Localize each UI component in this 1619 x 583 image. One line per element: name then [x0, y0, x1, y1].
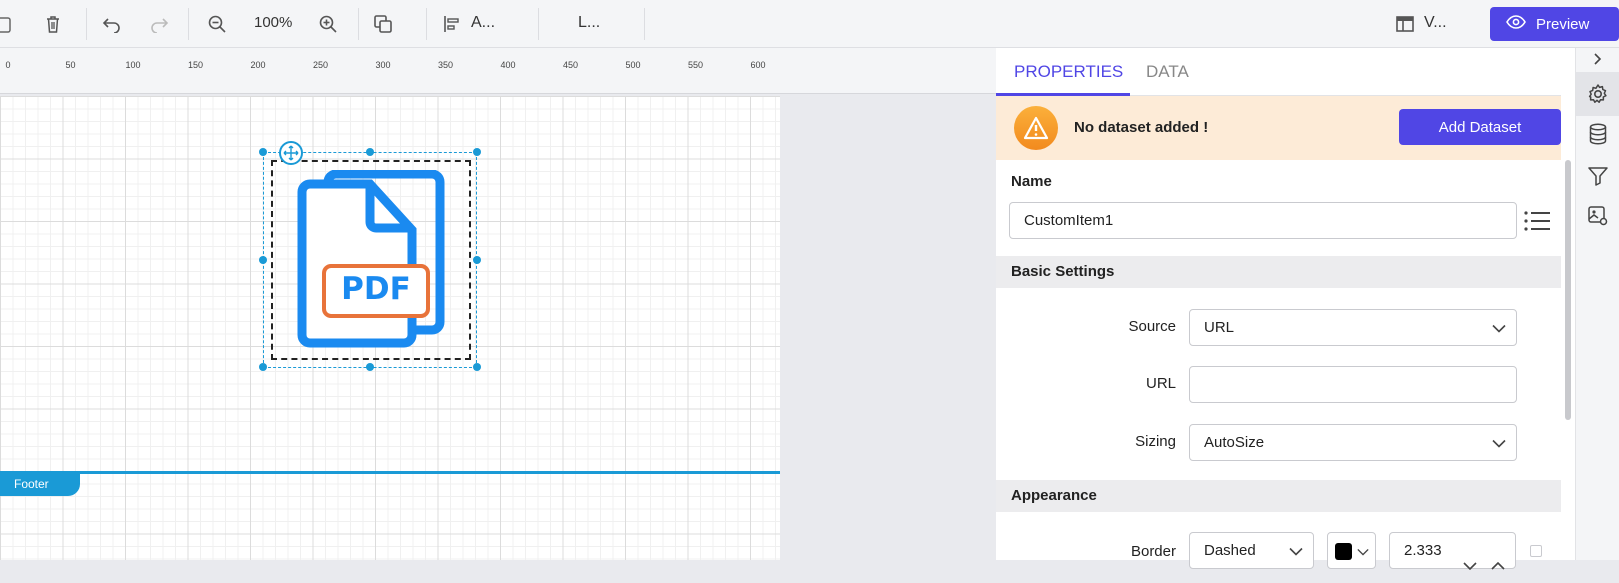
border-width-value: 2.333	[1404, 542, 1442, 559]
pdf-label: PDF	[341, 271, 411, 307]
zoom-out-icon[interactable]	[205, 12, 229, 36]
ruler-tick-label: 350	[437, 60, 454, 70]
toolbar-separator	[86, 8, 87, 40]
toolbar: 100% A... L... V... Preview	[0, 0, 1619, 48]
border-style-value: Dashed	[1204, 542, 1256, 559]
ruler-tick-label: 200	[250, 60, 266, 70]
pdf-file-icon: PDF	[292, 169, 452, 360]
view-dropdown[interactable]: V...	[1424, 14, 1447, 32]
source-label: Source	[1128, 318, 1176, 335]
align-dropdown[interactable]: A...	[471, 14, 495, 32]
alert-message: No dataset added !	[1074, 119, 1209, 136]
right-sidebar	[1575, 48, 1619, 560]
preview-button[interactable]: Preview	[1490, 7, 1619, 41]
footer-divider	[0, 471, 780, 474]
chevron-down-icon	[1357, 542, 1369, 559]
collapse-chevron-icon[interactable]	[1586, 48, 1610, 70]
redo-icon[interactable]	[147, 12, 171, 36]
border-color-swatch	[1335, 543, 1352, 560]
ruler-tick-label: 500	[625, 60, 641, 70]
resize-handle-se[interactable]	[473, 363, 481, 371]
ruler-tick-label: 400	[500, 60, 516, 70]
sizing-label: Sizing	[1135, 433, 1176, 450]
toolbar-separator	[644, 8, 645, 40]
resize-handle-nw[interactable]	[259, 148, 267, 156]
stepper-down-icon[interactable]	[1463, 548, 1477, 583]
sizing-value: AutoSize	[1204, 434, 1265, 451]
border-color-picker[interactable]	[1327, 532, 1376, 569]
toolbar-separator	[538, 8, 539, 40]
chevron-down-icon	[1492, 310, 1506, 345]
chevron-down-icon	[1289, 533, 1303, 568]
preview-label: Preview	[1536, 15, 1590, 33]
toolbar-separator	[426, 8, 427, 40]
expression-list-icon[interactable]	[1523, 210, 1551, 237]
url-label: URL	[1145, 375, 1176, 392]
border-checkbox[interactable]	[1530, 545, 1542, 557]
border-width-stepper[interactable]: 2.333	[1389, 532, 1516, 571]
tab-properties[interactable]: PROPERTIES	[1014, 62, 1123, 82]
panel-tabs: PROPERTIES DATA	[996, 48, 1561, 96]
resize-handle-s[interactable]	[366, 363, 374, 371]
resize-handle-sw[interactable]	[259, 363, 267, 371]
ruler-tick-label: 300	[375, 60, 391, 70]
basic-settings-header[interactable]: Basic Settings	[996, 256, 1561, 288]
no-dataset-alert: No dataset added ! Add Dataset	[996, 96, 1561, 160]
url-input[interactable]	[1189, 366, 1517, 403]
toolbar-separator	[188, 8, 189, 40]
image-settings-icon[interactable]	[1586, 204, 1610, 228]
border-style-dropdown[interactable]: Dashed	[1189, 532, 1314, 569]
ruler-tick-label: 550	[687, 60, 704, 70]
gear-icon[interactable]	[1586, 82, 1610, 106]
source-dropdown[interactable]: URL	[1189, 309, 1517, 346]
tab-data[interactable]: DATA	[1146, 62, 1189, 82]
border-label: Border	[1130, 543, 1176, 560]
name-input[interactable]: CustomItem1	[1009, 202, 1517, 239]
eye-icon	[1506, 15, 1526, 33]
stepper-up-icon[interactable]	[1491, 548, 1505, 583]
copy-icon[interactable]	[371, 12, 395, 36]
move-handle-icon[interactable]	[279, 141, 303, 165]
horizontal-ruler: 0 50 100 150 200 250 300 350 400 450 500 550 600	[0, 48, 996, 94]
ruler-tick-label: 100	[125, 60, 141, 70]
ruler-tick-label: 0	[5, 60, 11, 70]
resize-handle-w[interactable]	[259, 256, 267, 264]
properties-panel: PROPERTIES DATA No dataset added ! Add D…	[996, 48, 1561, 571]
appearance-header[interactable]: Appearance	[996, 480, 1561, 512]
resize-handle-e[interactable]	[473, 256, 481, 264]
sizing-dropdown[interactable]: AutoSize	[1189, 424, 1517, 461]
footer-tab[interactable]: Footer	[0, 473, 80, 496]
zoom-level[interactable]: 100%	[254, 14, 292, 31]
database-icon[interactable]	[1586, 122, 1610, 146]
ruler-tick-label: 250	[312, 60, 329, 70]
delete-icon[interactable]	[41, 12, 65, 36]
resize-handle-n[interactable]	[366, 148, 374, 156]
ruler-tick-label: 600	[750, 60, 766, 70]
ruler-tick-label: 150	[187, 60, 204, 70]
undo-icon[interactable]	[100, 12, 124, 36]
add-dataset-button[interactable]: Add Dataset	[1399, 109, 1561, 145]
toolbar-separator	[358, 8, 359, 40]
view-layout-icon[interactable]	[1393, 12, 1417, 36]
filter-icon[interactable]	[1586, 164, 1610, 188]
paste-icon[interactable]	[0, 12, 16, 36]
warning-icon	[1014, 106, 1058, 150]
ruler-tick-label: 50	[65, 60, 76, 70]
source-value: URL	[1204, 319, 1235, 336]
panel-scrollbar[interactable]	[1565, 160, 1571, 420]
chevron-down-icon	[1492, 425, 1506, 460]
layout-dropdown[interactable]: L...	[578, 14, 600, 32]
name-label: Name	[1011, 173, 1052, 190]
align-left-icon[interactable]	[440, 12, 464, 36]
ruler-tick-label: 450	[562, 60, 579, 70]
zoom-in-icon[interactable]	[316, 12, 340, 36]
resize-handle-ne[interactable]	[473, 148, 481, 156]
